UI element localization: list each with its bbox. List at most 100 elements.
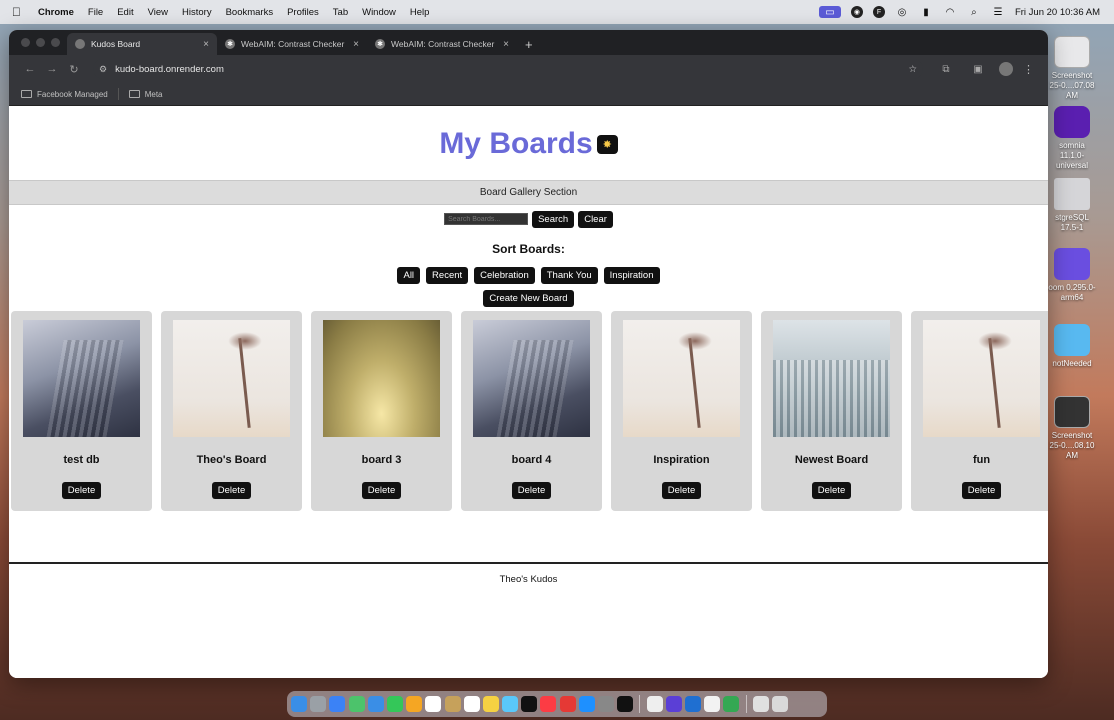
dock-app-icon[interactable] <box>704 696 721 712</box>
filter-inspiration-button[interactable]: Inspiration <box>603 267 660 284</box>
extensions-icon[interactable]: ⧉ <box>937 64 955 75</box>
close-window-button[interactable] <box>21 38 30 47</box>
desktop-item-postgresql[interactable]: stgreSQL 17.5-1 <box>1046 178 1098 233</box>
font-icon[interactable]: F <box>872 6 885 18</box>
dock-app-icon[interactable] <box>521 696 538 712</box>
board-card[interactable]: Inspiration Delete <box>611 311 752 511</box>
dock-app-icon[interactable] <box>502 696 519 712</box>
desktop-item-zoom[interactable]: oom 0.295.0- arm64 <box>1046 248 1098 303</box>
screen-share-icon[interactable]: ▭ <box>818 6 841 18</box>
control-center-icon[interactable]: ☰ <box>991 6 1005 18</box>
battery-icon[interactable]: ▮ <box>919 6 933 18</box>
bookmark-star-icon[interactable]: ☆ <box>908 64 917 75</box>
dock-app-icon[interactable] <box>348 696 365 712</box>
minimize-window-button[interactable] <box>36 38 45 47</box>
board-image <box>173 320 290 437</box>
delete-board-button[interactable]: Delete <box>961 482 1002 499</box>
webaim-icon: ✱ <box>375 39 385 49</box>
delete-board-button[interactable]: Delete <box>211 482 252 499</box>
menu-file[interactable]: File <box>88 7 103 18</box>
dock-app-icon[interactable] <box>482 696 499 712</box>
sync-icon[interactable]: ◎ <box>895 6 909 18</box>
menu-chrome[interactable]: Chrome <box>38 7 74 18</box>
address-bar[interactable]: ⚙ kudo-board.onrender.com ☆ <box>93 59 923 79</box>
delete-board-button[interactable]: Delete <box>511 482 552 499</box>
site-info-icon[interactable]: ⚙ <box>99 64 107 75</box>
filter-recent-button[interactable]: Recent <box>426 267 469 284</box>
board-card[interactable]: Newest Board Delete <box>761 311 902 511</box>
menu-tab[interactable]: Tab <box>333 7 348 18</box>
dock-app-icon[interactable] <box>310 696 327 712</box>
dock-app-icon[interactable] <box>752 696 769 712</box>
camera-icon[interactable]: ◉ <box>850 6 863 18</box>
tab-webaim-2[interactable]: ✱ WebAIM: Contrast Checker × <box>367 33 517 55</box>
wifi-icon[interactable]: ◠ <box>943 6 957 18</box>
zoom-window-button[interactable] <box>51 38 60 47</box>
dock-app-icon[interactable] <box>463 696 480 712</box>
close-icon[interactable]: × <box>203 39 209 50</box>
search-input[interactable] <box>444 213 529 225</box>
url-text[interactable]: kudo-board.onrender.com <box>115 64 224 75</box>
bookmark-meta[interactable]: Meta <box>145 90 163 99</box>
board-card[interactable]: fun Delete <box>911 311 1048 511</box>
tab-kudos-board[interactable]: Kudos Board × <box>67 33 217 55</box>
dock-app-icon[interactable] <box>578 696 595 712</box>
clear-button[interactable]: Clear <box>578 210 613 228</box>
board-card[interactable]: Theo's Board Delete <box>161 311 302 511</box>
menu-edit[interactable]: Edit <box>117 7 133 18</box>
filter-celebration-button[interactable]: Celebration <box>474 267 535 284</box>
dock-app-icon[interactable] <box>367 696 384 712</box>
bookmark-facebook-managed[interactable]: Facebook Managed <box>37 90 108 99</box>
filter-thank-you-button[interactable]: Thank You <box>540 267 598 284</box>
back-arrow-icon[interactable]: ← <box>19 63 41 75</box>
footer-text: Theo's Kudos <box>499 574 558 585</box>
dock-app-icon[interactable] <box>425 696 442 712</box>
dock-app-icon[interactable] <box>444 696 461 712</box>
menu-profiles[interactable]: Profiles <box>287 7 319 18</box>
close-icon[interactable]: × <box>353 39 359 50</box>
create-new-board-button[interactable]: Create New Board <box>483 290 574 307</box>
desktop-item-screenshot-1[interactable]: Screenshot 25-0....07.08 AM <box>1046 36 1098 101</box>
menu-history[interactable]: History <box>182 7 212 18</box>
menu-bookmarks[interactable]: Bookmarks <box>226 7 274 18</box>
desktop-item-insomnia[interactable]: somnia 11.1.0- universal <box>1046 106 1098 171</box>
dock-app-icon[interactable] <box>386 696 403 712</box>
dock-app-icon[interactable] <box>291 696 307 712</box>
board-card[interactable]: test db Delete <box>11 311 152 511</box>
reload-icon[interactable]: ↻ <box>63 63 85 76</box>
dock-app-icon[interactable] <box>684 696 701 712</box>
delete-board-button[interactable]: Delete <box>661 482 702 499</box>
dock-app-icon[interactable] <box>665 696 682 712</box>
side-panel-icon[interactable]: ▣ <box>969 64 987 75</box>
menubar-clock[interactable]: Fri Jun 20 10:36 AM <box>1015 7 1100 18</box>
delete-board-button[interactable]: Delete <box>361 482 402 499</box>
desktop-item-notneeded[interactable]: notNeeded <box>1046 324 1098 369</box>
dock-app-icon[interactable] <box>598 696 614 712</box>
dock-app-icon[interactable] <box>559 696 576 712</box>
filter-all-button[interactable]: All <box>397 267 421 284</box>
search-button[interactable]: Search <box>532 210 575 228</box>
search-icon[interactable]: ⌕ <box>967 6 981 18</box>
apple-icon[interactable]:  <box>12 5 26 19</box>
dock-app-icon[interactable] <box>723 696 740 712</box>
delete-board-button[interactable]: Delete <box>61 482 102 499</box>
dock-app-icon[interactable] <box>406 696 423 712</box>
new-tab-button[interactable]: + <box>525 33 533 55</box>
delete-board-button[interactable]: Delete <box>811 482 852 499</box>
dock-app-icon[interactable] <box>329 696 346 712</box>
more-menu-icon[interactable]: ⋮ <box>1023 63 1034 76</box>
board-card[interactable]: board 3 Delete <box>311 311 452 511</box>
desktop-item-screenshot-2[interactable]: Screenshot 25-0....08.10 AM <box>1046 396 1098 461</box>
board-card[interactable]: board 4 Delete <box>461 311 602 511</box>
dock-app-icon[interactable] <box>617 696 634 712</box>
tab-webaim-1[interactable]: ✱ WebAIM: Contrast Checker × <box>217 33 367 55</box>
menu-view[interactable]: View <box>148 7 168 18</box>
profile-avatar[interactable] <box>999 62 1013 76</box>
close-icon[interactable]: × <box>503 39 509 50</box>
dock-app-icon[interactable] <box>771 696 788 712</box>
menu-window[interactable]: Window <box>362 7 396 18</box>
menu-help[interactable]: Help <box>410 7 430 18</box>
forward-arrow-icon[interactable]: → <box>41 63 63 75</box>
dock-app-icon[interactable] <box>540 696 557 712</box>
dock-app-icon[interactable] <box>646 696 663 712</box>
